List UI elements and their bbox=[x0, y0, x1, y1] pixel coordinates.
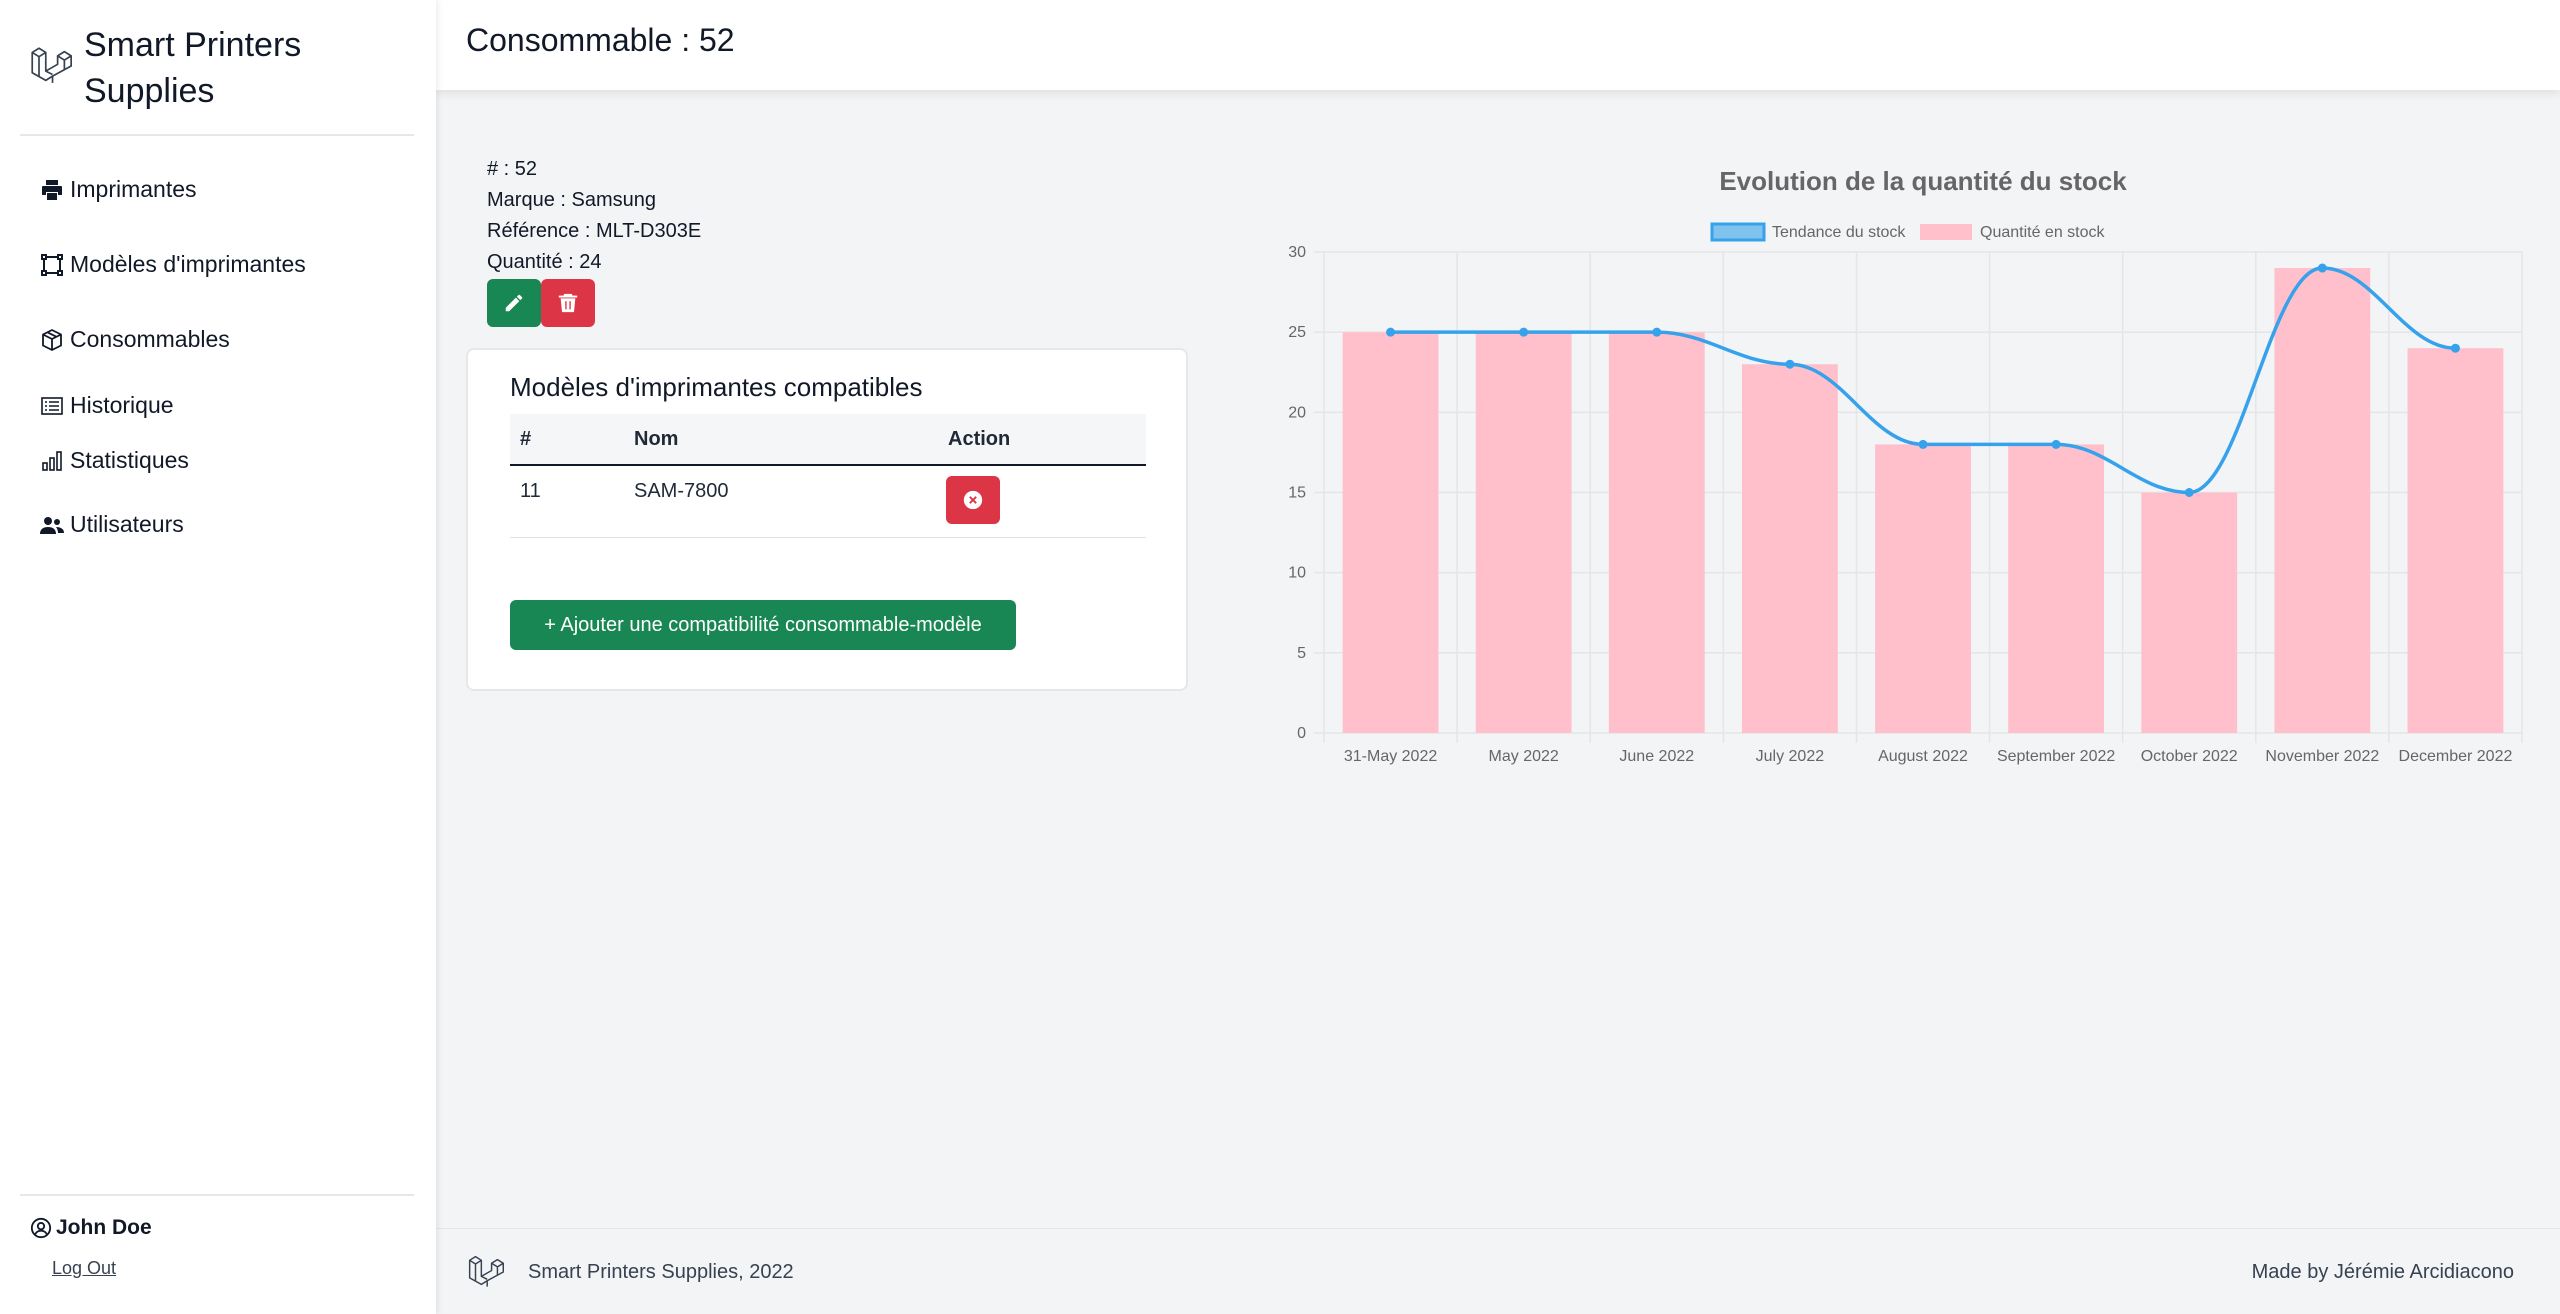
info-brand: Marque : Samsung bbox=[487, 189, 656, 211]
bar-quantity bbox=[1475, 332, 1572, 733]
sidebar-item-historique[interactable]: Historique bbox=[40, 392, 174, 419]
x-tick-label: July 2022 bbox=[1756, 748, 1825, 765]
chart-title: Evolution de la quantité du stock bbox=[1719, 166, 2127, 196]
page-footer: Smart Printers Supplies, 2022 Made by Jé… bbox=[436, 1228, 2560, 1314]
column-header-name: Nom bbox=[634, 428, 679, 450]
bar-chart-icon bbox=[42, 450, 62, 471]
legend-label-quantity: Quantité en stock bbox=[1980, 224, 2106, 241]
y-tick-label: 25 bbox=[1288, 324, 1306, 341]
y-tick-label: 20 bbox=[1288, 404, 1306, 421]
bar-quantity bbox=[2008, 444, 2105, 733]
footer-copyright: Smart Printers Supplies, 2022 bbox=[528, 1261, 794, 1283]
line-point-trend bbox=[2450, 343, 2460, 353]
x-tick-label: June 2022 bbox=[1619, 748, 1694, 765]
footer-credit: Made by Jérémie Arcidiacono bbox=[2251, 1261, 2514, 1283]
line-point-trend bbox=[1519, 327, 1529, 337]
y-tick-label: 5 bbox=[1297, 645, 1306, 662]
user-name: John Doe bbox=[56, 1216, 152, 1239]
line-point-trend bbox=[1652, 327, 1662, 337]
y-tick-label: 30 bbox=[1288, 244, 1306, 261]
legend-label-trend: Tendance du stock bbox=[1772, 224, 1906, 241]
sidebar-item-label: Imprimantes bbox=[70, 176, 197, 202]
compatible-models-card: Modèles d'imprimantes compatibles # Nom … bbox=[466, 348, 1188, 691]
info-id: # : 52 bbox=[487, 158, 538, 180]
x-tick-label: August 2022 bbox=[1878, 748, 1968, 765]
trash-icon bbox=[558, 293, 578, 313]
line-point-trend bbox=[2184, 488, 2194, 497]
legend-swatch-trend bbox=[1710, 222, 1766, 242]
info-reference: Référence : MLT-D303E bbox=[487, 220, 702, 242]
stock-chart: Evolution de la quantité du stock Tendanc… bbox=[1288, 166, 2523, 765]
line-point-trend bbox=[2317, 263, 2327, 273]
edit-button[interactable] bbox=[487, 279, 541, 327]
cell-name: SAM-7800 bbox=[634, 480, 729, 502]
vector-square-icon bbox=[41, 253, 63, 276]
y-tick-label: 15 bbox=[1288, 485, 1306, 502]
users-icon bbox=[40, 516, 64, 534]
sidebar-item-label: Consommables bbox=[70, 326, 230, 352]
sidebar-item-imprimantes[interactable]: Imprimantes bbox=[40, 176, 197, 203]
add-compatibility-button[interactable]: + Ajouter une compatibilité consommable-… bbox=[510, 600, 1016, 650]
sidebar-item-consommables[interactable]: Consommables bbox=[40, 326, 230, 353]
sidebar-item-modeles[interactable]: Modèles d'imprimantes bbox=[40, 251, 306, 278]
brand[interactable]: Smart Printers Supplies bbox=[20, 20, 414, 136]
page-header: Consommable : 52 bbox=[436, 0, 2560, 90]
brand-name-line2: Supplies bbox=[84, 72, 215, 110]
line-point-trend bbox=[1918, 439, 1928, 449]
compatible-models-table: # Nom Action 11 SAM-7800 bbox=[510, 414, 1146, 538]
sidebar-item-label: Historique bbox=[70, 392, 174, 418]
table-header: # Nom Action bbox=[510, 414, 1146, 466]
laravel-logo-icon bbox=[31, 47, 72, 83]
bar-quantity bbox=[1741, 364, 1838, 733]
x-tick-label: May 2022 bbox=[1489, 748, 1559, 765]
info-quantity: Quantité : 24 bbox=[487, 251, 602, 273]
x-tick-label: 31-May 2022 bbox=[1344, 748, 1437, 765]
bar-quantity bbox=[2407, 348, 2504, 733]
line-point-trend bbox=[1785, 359, 1795, 369]
x-tick-label: October 2022 bbox=[2141, 748, 2238, 765]
bar-quantity bbox=[1342, 332, 1439, 733]
legend-swatch-quantity bbox=[1920, 224, 1972, 240]
line-point-trend bbox=[2051, 439, 2061, 449]
x-tick-label: December 2022 bbox=[2399, 748, 2513, 765]
sidebar: Smart Printers Supplies Imprimantes Modè… bbox=[0, 0, 436, 1314]
sidebar-divider-bottom bbox=[20, 1194, 414, 1196]
bar-quantity bbox=[2274, 268, 2371, 733]
x-circle-icon bbox=[963, 490, 983, 510]
x-tick-label: September 2022 bbox=[1997, 748, 2115, 765]
sidebar-item-statistiques[interactable]: Statistiques bbox=[40, 447, 189, 474]
page-title: Consommable : 52 bbox=[466, 22, 735, 58]
user-info: John Doe bbox=[30, 1216, 152, 1240]
sidebar-item-utilisateurs[interactable]: Utilisateurs bbox=[40, 511, 184, 538]
brand-name: Smart Printers Supplies bbox=[84, 22, 301, 114]
column-header-action: Action bbox=[948, 428, 1011, 450]
bar-quantity bbox=[1875, 444, 1971, 733]
sidebar-item-label: Statistiques bbox=[70, 447, 189, 473]
printer-icon bbox=[42, 179, 62, 200]
y-tick-label: 0 bbox=[1297, 725, 1306, 742]
y-tick-label: 10 bbox=[1288, 565, 1306, 582]
list-icon bbox=[41, 396, 63, 415]
column-header-id: # bbox=[520, 428, 532, 450]
user-circle-icon bbox=[30, 1217, 52, 1239]
laravel-logo-icon bbox=[468, 1255, 504, 1287]
sidebar-divider-top bbox=[20, 134, 414, 136]
line-point-trend bbox=[1386, 327, 1396, 337]
box-icon bbox=[42, 328, 62, 351]
pencil-icon bbox=[505, 294, 523, 312]
cell-id: 11 bbox=[520, 480, 541, 502]
consumable-info: # : 52 Marque : Samsung Référence : MLT-… bbox=[487, 154, 701, 278]
logout-link[interactable]: Log Out bbox=[52, 1258, 116, 1279]
remove-compatibility-button[interactable] bbox=[946, 476, 1000, 524]
table-row: 11 SAM-7800 bbox=[510, 466, 1146, 538]
compatible-models-title: Modèles d'imprimantes compatibles bbox=[510, 372, 923, 402]
bar-quantity bbox=[2141, 492, 2238, 733]
sidebar-item-label: Modèles d'imprimantes bbox=[70, 251, 306, 277]
sidebar-item-label: Utilisateurs bbox=[70, 511, 184, 537]
bar-quantity bbox=[1608, 332, 1705, 733]
brand-name-line1: Smart Printers bbox=[84, 26, 302, 64]
delete-button[interactable] bbox=[541, 279, 595, 327]
x-tick-label: November 2022 bbox=[2265, 748, 2379, 765]
